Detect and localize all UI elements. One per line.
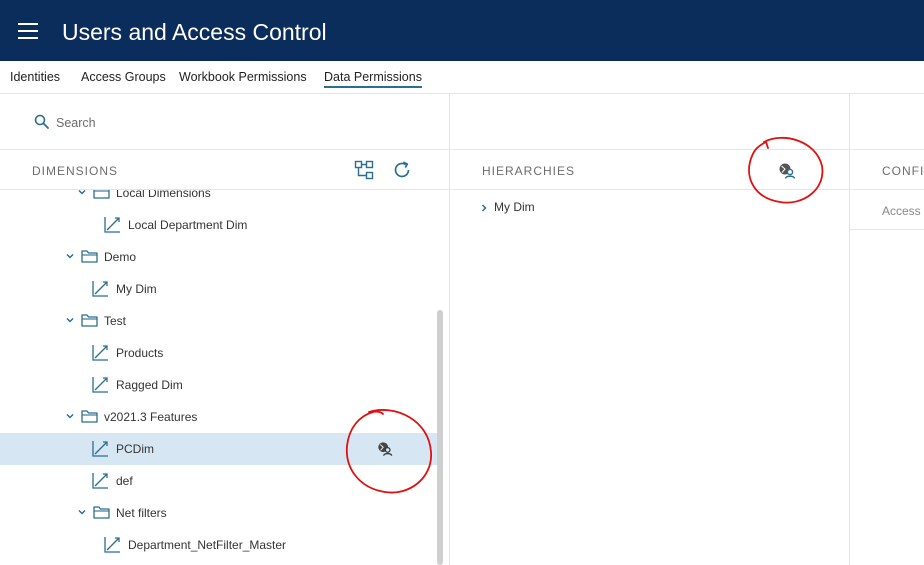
refresh-icon[interactable] — [392, 160, 412, 180]
folder-icon — [81, 314, 98, 327]
dimension-icon — [92, 473, 108, 489]
dimension-icon — [92, 281, 108, 297]
config-title: CONFI — [882, 164, 924, 178]
tree-folder-v2021-3-features[interactable]: v2021.3 Features — [0, 401, 443, 433]
tree-folder-local-dimensions[interactable]: Local Dimensions — [0, 190, 443, 209]
tree-label: Local Dimensions — [116, 190, 211, 200]
tree-label: Test — [104, 314, 127, 328]
tree-label: Department_NetFilter_Master — [128, 538, 287, 552]
tab-bar: Identities Access Groups Workbook Permis… — [0, 61, 924, 94]
dimension-icon — [92, 345, 108, 361]
folder-icon — [81, 250, 98, 263]
config-row: Access C — [850, 190, 924, 230]
config-access-label: Access C — [882, 204, 924, 218]
dimension-icon — [92, 441, 108, 457]
tree-label: Net filters — [116, 506, 167, 520]
tree-dimension-products[interactable]: Products — [0, 337, 443, 369]
dimension-icon — [104, 217, 120, 233]
config-header: CONFI — [850, 150, 924, 190]
hierarchy-view-icon[interactable] — [354, 160, 374, 180]
tab-access-groups[interactable]: Access Groups — [81, 70, 166, 84]
tree-folder-test[interactable]: Test — [0, 305, 443, 337]
app-title: Users and Access Control — [62, 19, 327, 45]
tree-folder-demo[interactable]: Demo — [0, 241, 443, 273]
tree-folder-net-filters[interactable]: Net filters — [0, 497, 443, 529]
chevron-down-icon[interactable] — [65, 251, 75, 261]
app-header: Users and Access Control — [0, 0, 924, 61]
tree-dimension-ragged-dim[interactable]: Ragged Dim — [0, 369, 443, 401]
tree-dimension-department-netfilter-master[interactable]: Department_NetFilter_Master — [0, 529, 443, 561]
tab-workbook-permissions[interactable]: Workbook Permissions — [179, 70, 307, 84]
tree-scrollbar[interactable] — [437, 310, 443, 565]
tree-label: Demo — [104, 250, 137, 264]
folder-icon — [81, 410, 98, 423]
tree-label: Products — [116, 346, 164, 360]
security-user-icon[interactable] — [778, 162, 796, 180]
tree-label: PCDim — [116, 442, 154, 456]
dimension-icon — [104, 537, 120, 553]
tree-dimension-local-department-dim[interactable]: Local Department Dim — [0, 209, 443, 241]
security-user-icon[interactable] — [377, 441, 393, 457]
search-bar — [0, 94, 449, 150]
tab-identities[interactable]: Identities — [10, 70, 60, 84]
menu-icon[interactable] — [18, 23, 38, 39]
chevron-down-icon[interactable] — [65, 315, 75, 325]
hierarchy-label: My Dim — [494, 200, 535, 214]
folder-icon — [93, 190, 110, 199]
dimensions-header: DIMENSIONS — [0, 150, 449, 190]
hierarchies-toolbar — [450, 94, 924, 150]
dimensions-title: DIMENSIONS — [32, 164, 119, 178]
search-icon — [34, 114, 49, 129]
dimensions-tree: Local Dimensions Local Department Dim De… — [0, 190, 449, 565]
tree-dimension-pcdim[interactable]: PCDim — [0, 433, 443, 465]
hierarchies-title: HIERARCHIES — [482, 164, 576, 178]
tree-label: v2021.3 Features — [104, 410, 198, 424]
chevron-right-icon[interactable] — [480, 203, 488, 213]
tree-label: def — [116, 474, 133, 488]
tab-data-permissions[interactable]: Data Permissions — [324, 70, 422, 88]
hierarchies-header: HIERARCHIES — [450, 150, 849, 190]
folder-icon — [93, 506, 110, 519]
tree-dimension-def[interactable]: def — [0, 465, 443, 497]
chevron-down-icon[interactable] — [77, 190, 87, 197]
tree-label: Local Department Dim — [128, 218, 248, 232]
chevron-down-icon[interactable] — [77, 507, 87, 517]
dimension-icon — [92, 377, 108, 393]
search-input[interactable] — [56, 115, 426, 131]
tree-dimension-my-dim[interactable]: My Dim — [0, 273, 443, 305]
chevron-down-icon[interactable] — [65, 411, 75, 421]
tree-label: My Dim — [116, 282, 157, 296]
tree-label: Ragged Dim — [116, 378, 183, 392]
